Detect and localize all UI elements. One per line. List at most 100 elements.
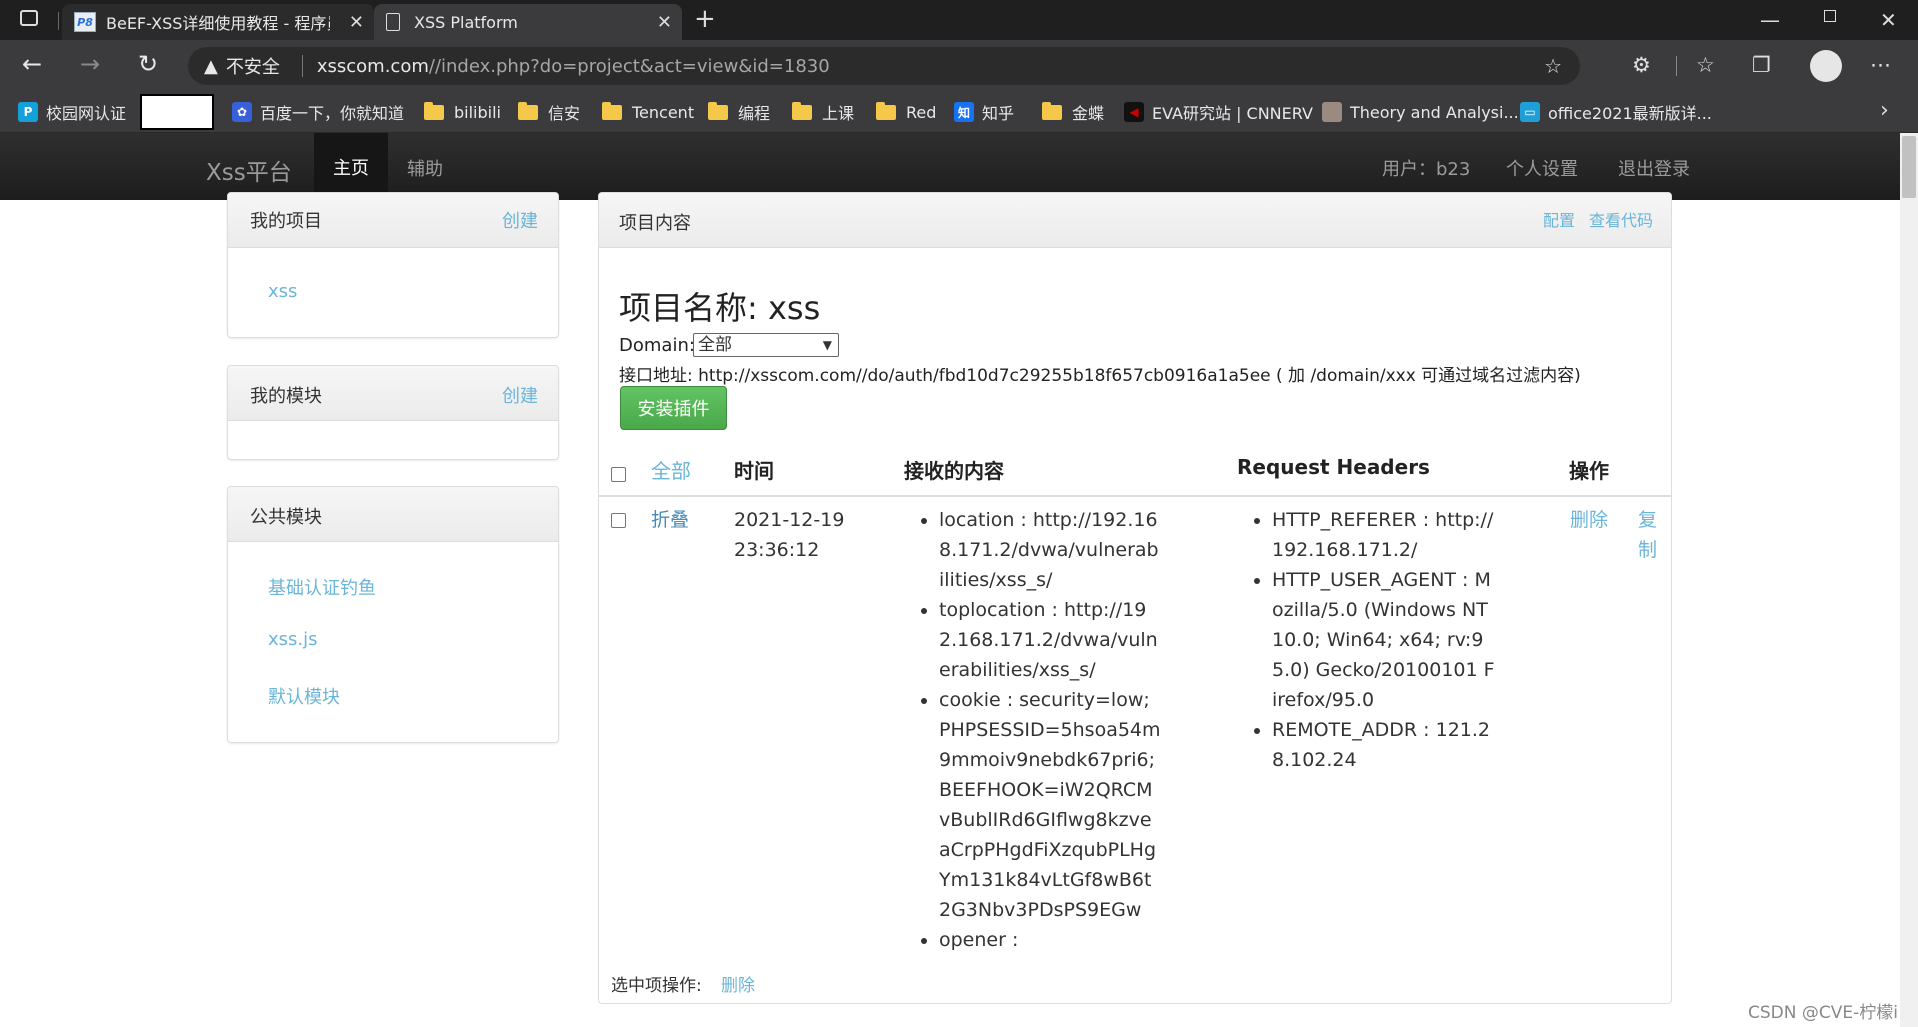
toggle-all-link[interactable]: 全部 — [651, 455, 691, 484]
project-name-heading: 项目名称: xss — [619, 289, 821, 327]
tab-title: XSS Platform — [414, 12, 518, 32]
nav-logout[interactable]: 退出登录 — [1618, 155, 1690, 181]
panel-title: 项目内容 — [619, 213, 691, 234]
url-path: //index.php?do=project&act=view&id=1830 — [428, 55, 830, 77]
domain-label: Domain: — [619, 335, 695, 356]
eva-logo-icon: ◀ — [1124, 102, 1144, 122]
bookmark-label: 信安 — [548, 104, 581, 123]
refresh-icon[interactable]: ↻ — [138, 50, 158, 78]
bookmark-programming[interactable]: 编程 — [708, 100, 770, 124]
add-favorite-icon[interactable]: ☆ — [1544, 54, 1562, 78]
forward-icon[interactable]: → — [80, 50, 100, 78]
scrollbar-thumb[interactable] — [1902, 136, 1916, 198]
folder-icon — [602, 101, 622, 120]
config-link[interactable]: 配置 — [1543, 207, 1575, 231]
bookmark-eva[interactable]: ◀ EVA研究站 | CNNERV — [1124, 100, 1313, 124]
module-link-default[interactable]: 默认模块 — [268, 683, 340, 709]
page-scrollbar[interactable] — [1900, 133, 1918, 1027]
nav-settings[interactable]: 个人设置 — [1506, 155, 1578, 181]
create-module-link[interactable]: 创建 — [502, 382, 538, 408]
folder-icon — [1042, 101, 1062, 120]
blank-bookmark-box[interactable] — [140, 94, 214, 130]
view-code-link[interactable]: 查看代码 — [1589, 207, 1653, 231]
tab-xss-platform[interactable]: XSS Platform ✕ — [374, 4, 682, 40]
bookmark-label: Tencent — [632, 102, 695, 122]
more-menu-icon[interactable]: ⋯ — [1870, 53, 1891, 77]
new-tab-icon[interactable]: + — [694, 4, 716, 34]
list-item: REMOTE_ADDR : 121.28.102.24 — [1272, 715, 1495, 775]
chevron-right-icon[interactable]: › — [1880, 98, 1889, 123]
bookmark-baidu[interactable]: ✿ 百度一下，你就知道 — [232, 100, 404, 124]
domain-select[interactable]: 全部 ▼ — [693, 333, 839, 357]
bookmark-xinan[interactable]: 信安 — [518, 100, 580, 124]
list-item: cookie : security=low; PHPSESSID=5hsoa54… — [939, 685, 1162, 925]
row-time: 2021-12-19 23:36:12 — [734, 509, 845, 561]
tab-divider — [58, 12, 59, 30]
panel-header: 我的项目 创建 — [228, 193, 558, 248]
address-bar[interactable]: ▲ 不安全 xsscom.com//index.php?do=project&a… — [188, 47, 1580, 85]
received-content-list: location : http://192.168.171.2/dvwa/vul… — [917, 505, 1162, 955]
url-text[interactable]: xsscom.com//index.php?do=project&act=vie… — [317, 56, 830, 77]
bookmark-kingdee[interactable]: 金蝶 — [1042, 100, 1104, 124]
project-content-panel: 项目内容 配置 查看代码 项目名称: xss Domain: 全部 ▼ 接口地址… — [598, 192, 1672, 1004]
person-photo-icon — [1322, 102, 1342, 122]
list-item: HTTP_USER_AGENT : Mozilla/5.0 (Windows N… — [1272, 565, 1495, 715]
project-link-xss[interactable]: xss — [268, 281, 297, 302]
watermark: CSDN @CVE-柠檬i — [1748, 1003, 1898, 1023]
module-link-basic-auth[interactable]: 基础认证钓鱼 — [268, 574, 376, 600]
bookmark-class[interactable]: 上课 — [792, 100, 854, 124]
folder-icon — [708, 101, 728, 120]
extensions-icon[interactable]: ⚙ — [1632, 53, 1651, 77]
row-checkbox[interactable] — [611, 513, 626, 528]
select-all-checkbox[interactable] — [611, 467, 626, 482]
site-brand[interactable]: Xss平台 — [206, 153, 292, 187]
restore-icon[interactable] — [1824, 10, 1836, 22]
panel-public-modules: 公共模块 基础认证钓鱼 xss.js 默认模块 — [227, 486, 559, 743]
tab-actions-icon[interactable] — [20, 10, 38, 26]
bookmarks-bar: P 校园网认证 ✿ 百度一下，你就知道 bilibili 信安 Tencent … — [0, 92, 1918, 133]
bookmark-zhihu[interactable]: 知 知乎 — [954, 100, 1014, 124]
bookmark-bilibili[interactable]: bilibili — [424, 100, 501, 124]
nav-home[interactable]: 主页 — [314, 133, 388, 200]
bookmark-red[interactable]: Red — [876, 100, 936, 124]
collapse-link[interactable]: 折叠 — [651, 505, 689, 535]
column-header-request-headers: Request Headers — [1237, 455, 1430, 479]
panel-my-projects: 我的项目 创建 xss — [227, 192, 559, 338]
site-navbar: Xss平台 主页 辅助 用户：b23 个人设置 退出登录 — [0, 133, 1900, 200]
selected-delete-link[interactable]: 删除 — [721, 971, 755, 996]
column-header-content: 接收的内容 — [904, 459, 1004, 483]
bookmark-label: EVA研究站 | CNNERV — [1152, 104, 1313, 123]
folder-icon — [792, 101, 812, 120]
install-plugin-button[interactable]: 安装插件 — [620, 386, 727, 430]
tab-beef-tutorial[interactable]: P8 BeEF-XSS详细使用教程 - 程序员 ✕ — [62, 4, 374, 40]
panel-title: 我的模块 — [250, 386, 322, 407]
panel-title: 公共模块 — [250, 507, 322, 528]
nav-aux[interactable]: 辅助 — [407, 155, 443, 181]
insecure-label: 不安全 — [225, 57, 280, 78]
list-item: opener : — [939, 925, 1162, 955]
bookmark-label: bilibili — [454, 102, 501, 122]
bookmark-office[interactable]: ▭ office2021最新版详... — [1520, 100, 1712, 124]
url-host: xsscom.com — [316, 55, 429, 77]
bookmark-theory[interactable]: Theory and Analysi... — [1322, 100, 1519, 124]
address-toolbar: ← → ↻ ▲ 不安全 xsscom.com//index.php?do=pro… — [0, 40, 1918, 92]
create-project-link[interactable]: 创建 — [502, 207, 538, 233]
api-address: 接口地址: http://xsscom.com//do/auth/fbd10d7… — [619, 366, 1581, 386]
warning-icon: ▲ — [204, 55, 218, 77]
column-header-actions: 操作 — [1569, 459, 1609, 483]
bookmark-campus-auth[interactable]: P 校园网认证 — [18, 100, 126, 124]
row-copy-link[interactable]: 复制 — [1570, 505, 1662, 565]
column-header-time: 时间 — [734, 459, 774, 483]
close-tab-icon[interactable]: ✕ — [657, 12, 672, 33]
selected-ops-label: 选中项操作: — [611, 976, 702, 996]
back-icon[interactable]: ← — [22, 50, 42, 78]
collections-icon[interactable]: ❐ — [1752, 53, 1771, 77]
close-window-icon[interactable]: ✕ — [1880, 8, 1897, 32]
bookmark-tencent[interactable]: Tencent — [602, 100, 694, 124]
favorites-icon[interactable]: ☆ — [1696, 53, 1715, 77]
bookmark-label: office2021最新版详... — [1548, 104, 1712, 123]
module-link-xssjs[interactable]: xss.js — [268, 629, 318, 650]
profile-avatar[interactable] — [1810, 50, 1842, 82]
close-tab-icon[interactable]: ✕ — [349, 12, 364, 33]
minimize-icon[interactable]: — — [1760, 8, 1780, 32]
